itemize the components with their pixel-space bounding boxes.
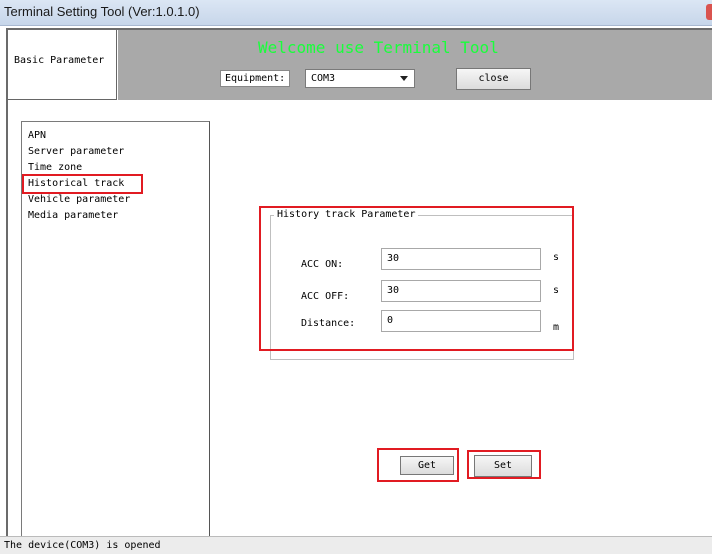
status-bar: The device(COM3) is opened xyxy=(0,536,712,554)
acc-on-unit: s xyxy=(553,252,560,263)
welcome-banner: Welcome use Terminal Tool xyxy=(258,38,499,57)
set-highlight xyxy=(467,450,541,479)
distance-label: Distance: xyxy=(301,318,356,329)
acc-off-input[interactable]: 30 xyxy=(381,280,541,302)
equipment-select[interactable]: COM3 xyxy=(305,69,415,88)
equipment-label: Equipment: xyxy=(220,70,291,87)
distance-input[interactable]: 0 xyxy=(381,310,541,332)
window-title: Terminal Setting Tool (Ver:1.0.1.0) xyxy=(4,4,200,19)
acc-off-label: ACC OFF: xyxy=(301,291,350,302)
sidebar-item-server-parameter[interactable]: Server parameter xyxy=(28,146,124,157)
get-highlight xyxy=(377,448,459,482)
sidebar-item-apn[interactable]: APN xyxy=(28,130,46,141)
window-close-icon[interactable] xyxy=(706,4,712,20)
sidebar-item-vehicle-parameter[interactable]: Vehicle parameter xyxy=(28,194,130,205)
sidebar-item-time-zone[interactable]: Time zone xyxy=(28,162,82,173)
historical-track-highlight xyxy=(22,174,143,194)
basic-parameter-label: Basic Parameter xyxy=(14,55,105,66)
distance-unit: m xyxy=(553,322,560,333)
acc-on-label: ACC ON: xyxy=(301,259,344,270)
header-panel: Welcome use Terminal Tool Equipment: COM… xyxy=(118,30,712,100)
basic-parameter-panel: Basic Parameter xyxy=(8,30,117,100)
close-button[interactable]: close xyxy=(456,68,531,90)
chevron-down-icon[interactable] xyxy=(400,76,408,81)
status-text: The device(COM3) is opened xyxy=(4,540,161,551)
acc-on-input[interactable]: 30 xyxy=(381,248,541,270)
title-bar: Terminal Setting Tool (Ver:1.0.1.0) xyxy=(0,0,712,26)
sidebar-item-media-parameter[interactable]: Media parameter xyxy=(28,210,118,221)
equipment-select-value: COM3 xyxy=(311,73,336,84)
acc-off-unit: s xyxy=(553,285,560,296)
